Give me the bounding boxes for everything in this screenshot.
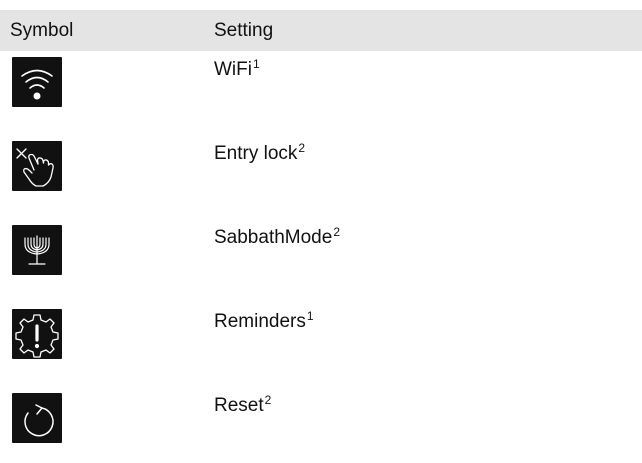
footnote-marker: 2	[298, 140, 306, 155]
entry-lock-icon	[12, 141, 62, 191]
footnote-marker: 2	[333, 224, 341, 239]
table-row: WiFi1	[0, 57, 642, 127]
setting-column-header: Setting	[214, 20, 274, 41]
setting-label: Reset2	[214, 392, 272, 416]
table-row: Reminders1	[0, 309, 642, 379]
setting-label: SabbathMode2	[214, 224, 341, 248]
table-row: Reset2	[0, 393, 642, 463]
table-row: Entry lock2	[0, 141, 642, 211]
symbol-column-header: Symbol	[10, 20, 74, 41]
table-header: Symbol Setting	[0, 10, 642, 51]
menorah-icon	[12, 225, 62, 275]
table-row: SabbathMode2	[0, 225, 642, 295]
footnote-marker: 1	[252, 56, 260, 71]
settings-table: Symbol Setting WiFi1 Entry lock2 Sabbath…	[0, 0, 642, 452]
setting-label: Reminders1	[214, 308, 314, 332]
setting-label: Entry lock2	[214, 140, 306, 164]
setting-label: WiFi1	[214, 56, 260, 80]
footnote-marker: 1	[306, 308, 314, 323]
reminder-gear-icon	[12, 309, 62, 359]
footnote-marker: 2	[264, 392, 272, 407]
wifi-icon	[12, 57, 62, 107]
reset-icon	[12, 393, 62, 443]
